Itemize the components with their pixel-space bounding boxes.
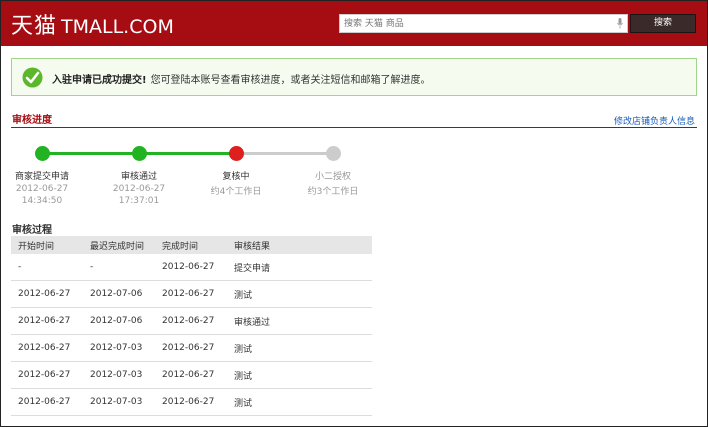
progress-node-2 [132, 146, 147, 161]
logo-chinese: 天猫 [11, 14, 58, 39]
table-cell: 提交申请 [227, 254, 372, 281]
notice-text: 您可登陆本账号查看审核进度，或者关注短信和邮箱了解进度。 [150, 75, 431, 86]
table-cell: 2012-06-27 [11, 388, 83, 416]
table-cell: 2012-06-27 [11, 280, 83, 308]
table-cell: 2012-06-27 [155, 361, 227, 389]
table-cell: 2012-07-06 [83, 307, 155, 335]
table-header-row: 开始时间 最迟完成时间 完成时间 审核结果 [11, 236, 372, 254]
top-header: 天猫 TMALL.COM 搜索 [1, 1, 707, 46]
progress-step-1: 商家提交申请 2012-06-27 14:34:50 [0, 169, 92, 206]
tmall-logo[interactable]: 天猫 TMALL.COM [11, 8, 174, 40]
progress-step-2: 审核通过 2012-06-27 17:37:01 [89, 169, 189, 206]
logo-latin: TMALL.COM [61, 16, 174, 38]
table-cell: - [11, 254, 83, 281]
column-header: 开始时间 [11, 236, 83, 254]
notice-title: 入驻申请已成功提交! [52, 75, 147, 86]
table-cell: 2012-06-27 [155, 254, 227, 281]
progress-node-4 [326, 146, 341, 161]
step-time: 17:37:01 [118, 196, 160, 206]
table-row: - - 2012-06-27 提交申请 [11, 254, 372, 281]
table-row: 2012-06-27 2012-07-03 2012-06-27 测试 [11, 361, 372, 389]
progress-tracker: 商家提交申请 2012-06-27 14:34:50 审核通过 2012-06-… [0, 140, 400, 215]
column-header: 完成时间 [155, 236, 227, 254]
process-section-title: 审核过程 [12, 225, 52, 236]
search-box [339, 14, 628, 33]
progress-segment-1 [42, 152, 139, 155]
success-notice: 入驻申请已成功提交! 您可登陆本账号查看审核进度，或者关注短信和邮箱了解进度。 [11, 58, 697, 96]
microphone-icon[interactable] [617, 18, 623, 29]
table-cell: 2012-06-27 [11, 307, 83, 335]
step-label: 审核通过 [120, 172, 157, 182]
step-date: 2012-06-27 [15, 184, 69, 194]
table-cell: 测试 [227, 334, 372, 362]
column-header: 审核结果 [227, 236, 372, 254]
table-cell: 2012-06-27 [11, 361, 83, 389]
progress-section-title: 审核进度 [12, 115, 52, 126]
progress-node-3 [229, 146, 244, 161]
step-label: 商家提交申请 [14, 172, 69, 182]
step-label: 小二授权 [314, 172, 351, 182]
progress-node-1 [35, 146, 50, 161]
progress-segment-3 [236, 152, 333, 155]
step-date: 2012-06-27 [112, 184, 166, 194]
table-cell: 2012-07-03 [83, 334, 155, 362]
step-time: 14:34:50 [21, 196, 63, 206]
search-button[interactable]: 搜索 [630, 14, 696, 33]
check-icon [22, 67, 43, 88]
progress-step-4: 小二授权 约3个工作日 [283, 169, 383, 197]
table-row: 2012-06-27 2012-07-06 2012-06-27 测试 [11, 280, 372, 308]
table-row: 2012-06-27 2012-07-03 2012-06-27 测试 [11, 388, 372, 416]
step-eta: 约4个工作日 [210, 187, 262, 197]
table-cell: 2012-07-03 [83, 361, 155, 389]
review-process-table: 开始时间 最迟完成时间 完成时间 审核结果 - - 2012-06-27 提交申… [11, 236, 372, 416]
step-eta: 约3个工作日 [307, 187, 359, 197]
search-input[interactable] [340, 15, 609, 32]
table-cell: 测试 [227, 361, 372, 389]
progress-segment-2 [139, 152, 236, 155]
table-cell: 2012-06-27 [155, 334, 227, 362]
notice-message: 入驻申请已成功提交! 您可登陆本账号查看审核进度，或者关注短信和邮箱了解进度。 [52, 71, 431, 86]
table-row: 2012-06-27 2012-07-06 2012-06-27 审核通过 [11, 307, 372, 335]
table-cell: 2012-07-06 [83, 280, 155, 308]
table-cell: 测试 [227, 280, 372, 308]
section-divider [11, 127, 697, 128]
table-cell: 审核通过 [227, 307, 372, 335]
table-row: 2012-06-27 2012-07-03 2012-06-27 测试 [11, 334, 372, 362]
table-cell: 2012-06-27 [155, 280, 227, 308]
table-cell: 2012-07-03 [83, 388, 155, 416]
modify-owner-link[interactable]: 修改店铺负责人信息 [614, 114, 695, 127]
table-cell: 2012-06-27 [155, 307, 227, 335]
table-body: - - 2012-06-27 提交申请 2012-06-27 2012-07-0… [11, 254, 372, 416]
column-header: 最迟完成时间 [83, 236, 155, 254]
table-cell: 2012-06-27 [155, 388, 227, 416]
table-cell: 测试 [227, 388, 372, 416]
table-cell: 2012-06-27 [11, 334, 83, 362]
progress-step-3: 复核中 约4个工作日 [186, 169, 286, 197]
table-cell: - [83, 254, 155, 281]
step-label: 复核中 [222, 172, 250, 182]
